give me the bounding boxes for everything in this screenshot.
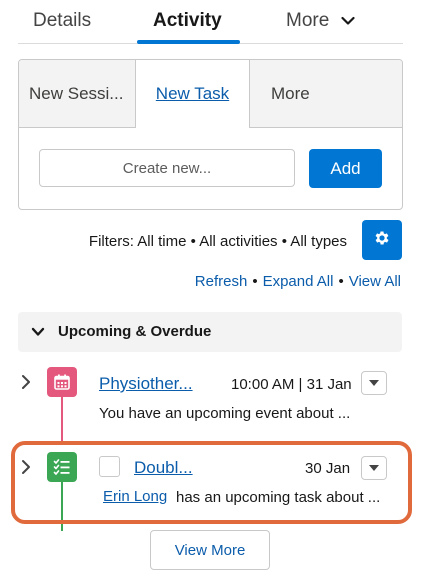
separator-dot: • bbox=[252, 273, 258, 290]
record-tabs: Details Activity More bbox=[18, 0, 403, 44]
tab-more[interactable]: More bbox=[286, 10, 355, 32]
refresh-link[interactable]: Refresh bbox=[195, 273, 248, 290]
event-date: 10:00 AM | 31 Jan bbox=[231, 376, 352, 393]
separator-dot: • bbox=[338, 273, 344, 290]
chevron-down-icon bbox=[340, 10, 355, 32]
section-title: Upcoming & Overdue bbox=[58, 323, 212, 340]
tab-composer-more[interactable]: More bbox=[249, 60, 402, 128]
task-menu-button[interactable] bbox=[361, 456, 387, 480]
tab-details[interactable]: Details bbox=[33, 10, 91, 32]
tab-more-label: More bbox=[286, 10, 330, 32]
tab-new-session[interactable]: New Sessi... bbox=[19, 60, 136, 128]
filter-settings-button[interactable] bbox=[362, 220, 402, 260]
tab-activity[interactable]: Activity bbox=[153, 10, 222, 32]
task-list-icon bbox=[47, 452, 77, 482]
task-complete-checkbox[interactable] bbox=[99, 456, 120, 477]
chevron-right-icon[interactable] bbox=[20, 459, 32, 480]
event-title-link[interactable]: Physiother... bbox=[99, 374, 193, 394]
task-description: has an upcoming task about ... bbox=[176, 489, 381, 506]
activity-composer: New Sessi... New Task More Add bbox=[18, 59, 403, 210]
chevron-right-icon[interactable] bbox=[20, 374, 32, 395]
upcoming-overdue-section[interactable]: Upcoming & Overdue bbox=[18, 312, 402, 352]
task-date: 30 Jan bbox=[305, 460, 351, 477]
assignee-link[interactable]: Erin Long bbox=[103, 488, 167, 505]
filters-summary: Filters: All time • All activities • All… bbox=[88, 233, 347, 250]
activity-actions: Refresh • Expand All • View All bbox=[195, 273, 401, 290]
timeline-line bbox=[61, 482, 63, 531]
caret-down-icon bbox=[368, 374, 380, 392]
tab-new-task[interactable]: New Task bbox=[136, 60, 249, 128]
create-new-input[interactable] bbox=[39, 149, 295, 187]
timeline-line bbox=[61, 397, 63, 443]
chevron-down-icon bbox=[31, 325, 45, 343]
task-title-link[interactable]: Doubl... bbox=[134, 458, 193, 478]
gear-icon bbox=[373, 229, 391, 252]
calendar-icon bbox=[47, 367, 77, 397]
expand-all-link[interactable]: Expand All bbox=[263, 273, 334, 290]
view-all-link[interactable]: View All bbox=[349, 273, 401, 290]
caret-down-icon bbox=[368, 459, 380, 477]
active-tab-indicator bbox=[137, 40, 240, 44]
event-menu-button[interactable] bbox=[361, 371, 387, 395]
composer-tabs: New Sessi... New Task More bbox=[19, 60, 402, 128]
event-description: You have an upcoming event about ... bbox=[99, 405, 351, 422]
view-more-button[interactable]: View More bbox=[150, 530, 270, 570]
add-button[interactable]: Add bbox=[309, 149, 382, 188]
